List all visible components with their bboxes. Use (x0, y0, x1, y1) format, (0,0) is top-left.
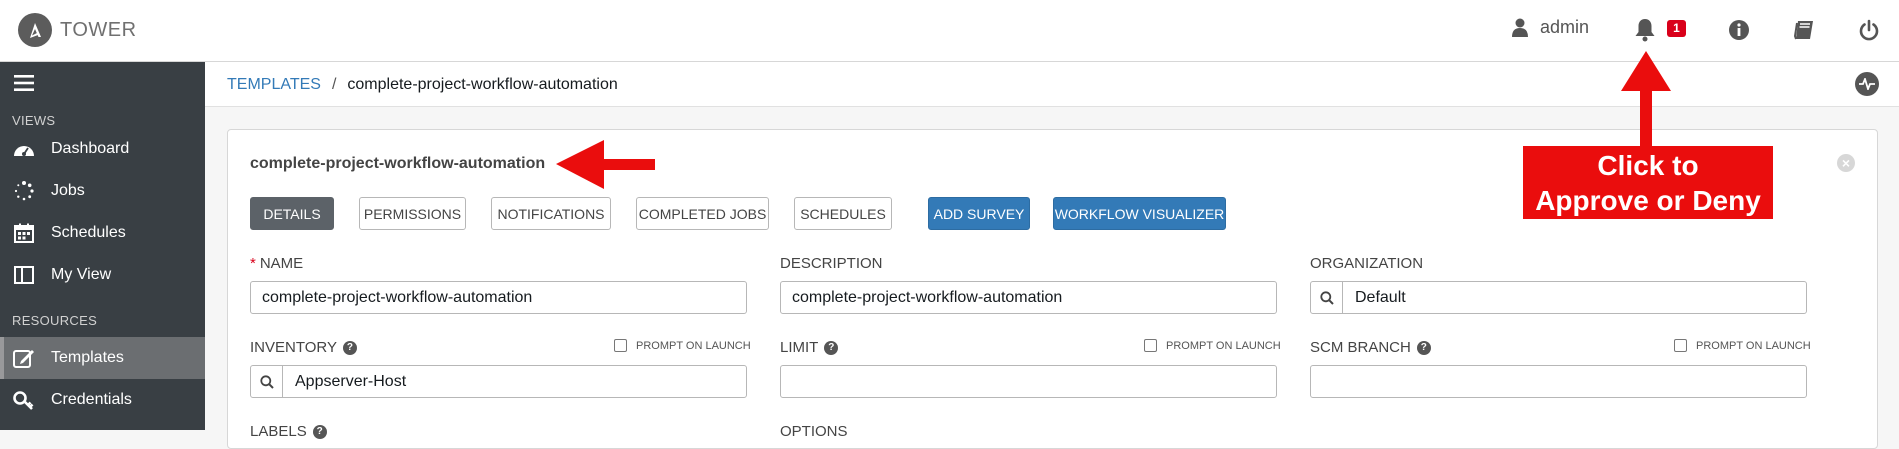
annotation-callout: Click to Approve or Deny (1523, 146, 1773, 219)
annotation-line-2: Approve or Deny (1535, 184, 1761, 216)
annotation-line-1: Click to (1597, 149, 1699, 181)
annotation-arrow-to-title (556, 140, 655, 189)
annotation-arrow-to-bell (1621, 51, 1671, 147)
